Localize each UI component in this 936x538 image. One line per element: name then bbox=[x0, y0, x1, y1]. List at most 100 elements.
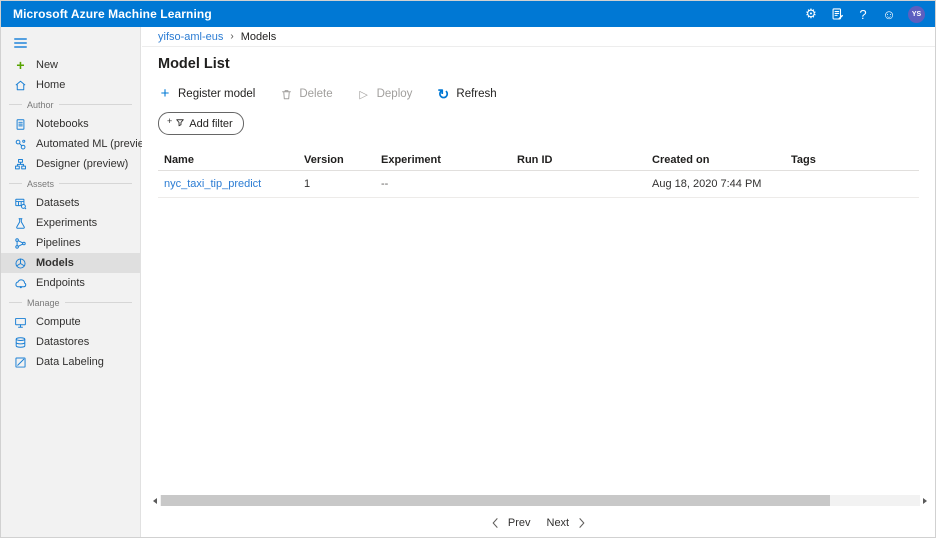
breadcrumb: yifso-aml-eus › Models bbox=[142, 27, 935, 47]
sidebar-item-new[interactable]: + New bbox=[1, 55, 140, 75]
refresh-button[interactable]: ↻ Refresh bbox=[436, 87, 496, 101]
chevron-right-icon bbox=[577, 517, 586, 529]
sidebar-item-label: Compute bbox=[36, 316, 81, 328]
compute-monitor-icon bbox=[14, 316, 27, 329]
feedback-form-glyph bbox=[830, 7, 844, 21]
refresh-label: Refresh bbox=[456, 88, 496, 100]
sidebar-item-label: Pipelines bbox=[36, 237, 81, 249]
cell-version: 1 bbox=[298, 178, 375, 190]
next-page-button[interactable]: Next bbox=[539, 515, 595, 531]
sidebar-item-designer[interactable]: Designer (preview) bbox=[1, 154, 140, 174]
sidebar-item-label: Endpoints bbox=[36, 277, 85, 289]
cell-created-on: Aug 18, 2020 7:44 PM bbox=[646, 178, 785, 190]
sidebar-section-manage: Manage bbox=[1, 293, 140, 312]
sidebar-item-home[interactable]: Home bbox=[1, 75, 140, 95]
sidebar-item-models[interactable]: Models bbox=[1, 253, 140, 273]
help-icon[interactable]: ? bbox=[850, 1, 876, 27]
pipelines-icon bbox=[14, 237, 27, 250]
plus-icon: + bbox=[167, 116, 172, 126]
cell-name: nyc_taxi_tip_predict bbox=[158, 178, 298, 190]
column-header-experiment[interactable]: Experiment bbox=[375, 154, 511, 166]
next-label: Next bbox=[547, 517, 570, 529]
sidebar-item-datasets[interactable]: Datasets bbox=[1, 193, 140, 213]
scrollbar-track[interactable] bbox=[160, 495, 920, 506]
column-header-name[interactable]: Name bbox=[158, 154, 298, 166]
section-title: Manage bbox=[27, 298, 60, 308]
scroll-right-arrow-icon[interactable] bbox=[923, 498, 927, 504]
model-name-link[interactable]: nyc_taxi_tip_predict bbox=[164, 178, 261, 190]
column-header-version[interactable]: Version bbox=[298, 154, 375, 166]
sidebar-section-assets: Assets bbox=[1, 174, 140, 193]
chevron-left-icon bbox=[491, 517, 500, 529]
prev-page-button[interactable]: Prev bbox=[483, 515, 539, 531]
table-header-row: Name Version Experiment Run ID Created o… bbox=[158, 150, 919, 171]
sidebar-item-label: Datastores bbox=[36, 336, 89, 348]
sidebar-item-compute[interactable]: Compute bbox=[1, 312, 140, 332]
refresh-icon: ↻ bbox=[436, 87, 450, 101]
register-model-button[interactable]: + Register model bbox=[158, 87, 255, 101]
play-icon: ▷ bbox=[357, 88, 371, 101]
sidebar-item-notebooks[interactable]: Notebooks bbox=[1, 114, 140, 134]
experiments-flask-icon bbox=[14, 217, 27, 230]
section-title: Author bbox=[27, 100, 54, 110]
scrollbar-thumb[interactable] bbox=[161, 495, 830, 506]
sidebar-item-label: Automated ML (preview) bbox=[36, 138, 155, 150]
automated-ml-icon bbox=[14, 138, 27, 151]
add-filter-label: Add filter bbox=[189, 118, 232, 130]
hamburger-bar bbox=[14, 38, 27, 40]
scroll-left-arrow-icon[interactable] bbox=[153, 498, 157, 504]
hamburger-menu-icon[interactable] bbox=[1, 32, 41, 55]
notebook-icon bbox=[14, 118, 27, 131]
command-bar: + Register model Delete ▷ Deploy ↻ Refre… bbox=[158, 87, 919, 101]
plus-icon: + bbox=[158, 87, 172, 101]
horizontal-scrollbar bbox=[153, 494, 927, 507]
datastores-database-icon bbox=[14, 336, 27, 349]
column-header-created-on[interactable]: Created on bbox=[646, 154, 785, 166]
deploy-label: Deploy bbox=[377, 88, 413, 100]
app-title: Microsoft Azure Machine Learning bbox=[13, 7, 212, 21]
top-bar: Microsoft Azure Machine Learning ⚙ ? ☺ Y… bbox=[1, 1, 935, 27]
sidebar-item-label: Notebooks bbox=[36, 118, 89, 130]
breadcrumb-current-page: Models bbox=[241, 31, 276, 43]
chevron-right-icon: › bbox=[230, 31, 233, 42]
feedback-form-icon[interactable] bbox=[824, 1, 850, 27]
hamburger-bar bbox=[14, 42, 27, 44]
trash-icon bbox=[279, 88, 293, 101]
delete-button[interactable]: Delete bbox=[279, 88, 332, 101]
sidebar-item-datastores[interactable]: Datastores bbox=[1, 332, 140, 352]
column-header-run-id[interactable]: Run ID bbox=[511, 154, 646, 166]
data-labeling-edit-icon bbox=[14, 356, 27, 369]
add-filter-button[interactable]: + Add filter bbox=[158, 112, 244, 135]
app-window: Microsoft Azure Machine Learning ⚙ ? ☺ Y… bbox=[0, 0, 936, 538]
sidebar: + New Home Author Notebooks bbox=[1, 27, 141, 537]
section-title: Assets bbox=[27, 179, 54, 189]
register-model-label: Register model bbox=[178, 88, 255, 100]
prev-label: Prev bbox=[508, 517, 531, 529]
sidebar-item-pipelines[interactable]: Pipelines bbox=[1, 233, 140, 253]
sidebar-item-label: Designer (preview) bbox=[36, 158, 128, 170]
delete-label: Delete bbox=[299, 88, 332, 100]
sidebar-section-author: Author bbox=[1, 95, 140, 114]
filter-funnel-icon bbox=[174, 116, 186, 131]
sidebar-item-label: Home bbox=[36, 79, 65, 91]
smiley-feedback-icon[interactable]: ☺ bbox=[876, 1, 902, 27]
sidebar-item-experiments[interactable]: Experiments bbox=[1, 213, 140, 233]
deploy-button[interactable]: ▷ Deploy bbox=[357, 88, 413, 101]
endpoints-cloud-icon bbox=[14, 277, 27, 290]
sidebar-item-data-labeling[interactable]: Data Labeling bbox=[1, 352, 140, 372]
sidebar-item-endpoints[interactable]: Endpoints bbox=[1, 273, 140, 293]
breadcrumb-workspace-link[interactable]: yifso-aml-eus bbox=[158, 31, 223, 43]
sidebar-item-automated-ml[interactable]: Automated ML (preview) bbox=[1, 134, 140, 154]
hamburger-bar bbox=[14, 46, 27, 48]
cell-experiment: -- bbox=[375, 178, 511, 190]
datasets-icon bbox=[14, 197, 27, 210]
models-table: Name Version Experiment Run ID Created o… bbox=[158, 150, 919, 198]
page-title: Model List bbox=[158, 56, 919, 72]
column-header-tags[interactable]: Tags bbox=[785, 154, 919, 166]
main-content: yifso-aml-eus › Models Model List + Regi… bbox=[142, 27, 935, 537]
sidebar-item-label: New bbox=[36, 59, 58, 71]
settings-icon[interactable]: ⚙ bbox=[798, 1, 824, 27]
designer-icon bbox=[14, 158, 27, 171]
avatar[interactable]: YS bbox=[908, 6, 925, 23]
models-icon bbox=[14, 257, 27, 270]
